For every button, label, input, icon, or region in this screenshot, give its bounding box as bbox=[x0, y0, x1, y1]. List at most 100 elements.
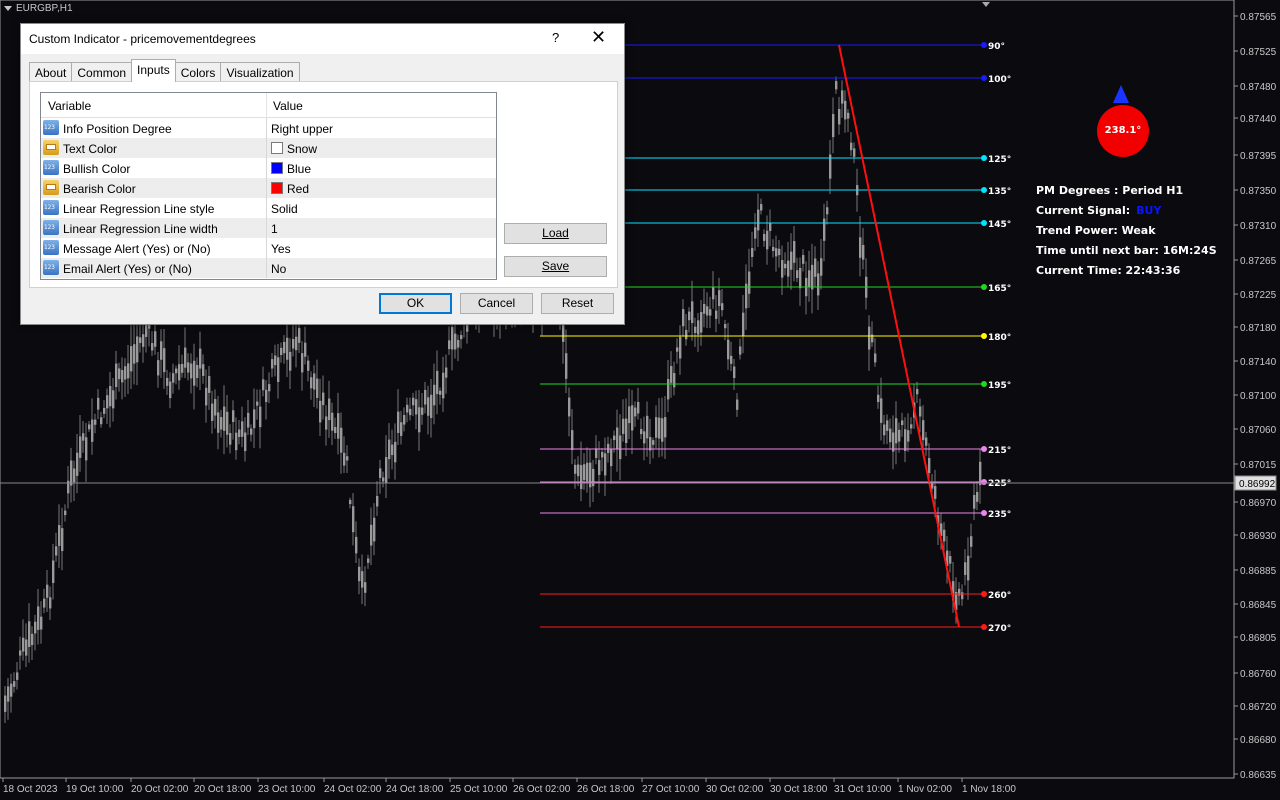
candle-body bbox=[643, 431, 646, 444]
row-divider bbox=[266, 218, 267, 238]
candle-body bbox=[145, 323, 148, 337]
candle-body bbox=[79, 436, 82, 458]
candle-body bbox=[136, 336, 139, 363]
price-axis-label: 0.87565 bbox=[1240, 12, 1277, 23]
row-divider bbox=[266, 138, 267, 158]
candle-body bbox=[802, 255, 805, 264]
candle-body bbox=[274, 355, 277, 366]
input-row[interactable]: Linear Regression Line width 1 bbox=[41, 218, 496, 238]
candle-body bbox=[115, 363, 118, 388]
candle-body bbox=[124, 366, 127, 380]
candle-body bbox=[712, 286, 715, 300]
candle-body bbox=[637, 402, 640, 414]
input-variable: Message Alert (Yes) or (No) bbox=[63, 242, 211, 256]
input-value[interactable]: Snow bbox=[287, 142, 317, 156]
price-axis-label: 0.87440 bbox=[1240, 114, 1277, 125]
price-axis-label: 0.87395 bbox=[1240, 151, 1277, 162]
cancel-button[interactable]: Cancel bbox=[460, 293, 533, 314]
candle-body bbox=[928, 458, 931, 474]
time-axis-label: 20 Oct 02:00 bbox=[131, 784, 189, 795]
input-value[interactable]: Yes bbox=[271, 242, 291, 256]
candle-body bbox=[724, 324, 727, 329]
number-param-icon bbox=[43, 120, 59, 135]
input-value[interactable]: Solid bbox=[271, 202, 298, 216]
header-value[interactable]: Value bbox=[273, 99, 303, 113]
input-value[interactable]: Right upper bbox=[271, 122, 333, 136]
candle-body bbox=[370, 524, 373, 546]
input-value[interactable]: Red bbox=[287, 182, 309, 196]
symbol-label: EURGBP,H1 bbox=[4, 3, 73, 14]
candle-body bbox=[262, 379, 265, 391]
candle-body bbox=[727, 339, 730, 360]
input-row[interactable]: Text Color Snow bbox=[41, 138, 496, 158]
dropdown-triangle-icon[interactable] bbox=[4, 5, 12, 11]
input-row[interactable]: Email Alert (Yes) or (No) No bbox=[41, 258, 496, 278]
input-row[interactable]: Message Alert (Yes) or (No) Yes bbox=[41, 238, 496, 258]
candle-body bbox=[418, 407, 421, 433]
candle-body bbox=[103, 407, 106, 414]
input-row[interactable]: Linear Regression Line style Solid bbox=[41, 198, 496, 218]
tab-inputs[interactable]: Inputs bbox=[131, 59, 176, 82]
candle-body bbox=[916, 389, 919, 395]
input-value[interactable]: Blue bbox=[287, 162, 311, 176]
header-variable[interactable]: Variable bbox=[48, 99, 91, 113]
tab-common[interactable]: Common bbox=[71, 62, 133, 82]
candle-body bbox=[172, 373, 175, 383]
price-axis-label: 0.87180 bbox=[1240, 323, 1277, 334]
row-divider bbox=[266, 198, 267, 218]
reset-button[interactable]: Reset bbox=[541, 293, 614, 314]
color-swatch[interactable] bbox=[271, 182, 283, 194]
candle-body bbox=[853, 148, 856, 157]
degree-level-label: 270° bbox=[988, 624, 1011, 634]
candle-body bbox=[301, 353, 304, 373]
input-row[interactable]: Bullish Color Blue bbox=[41, 158, 496, 178]
candle-body bbox=[826, 207, 829, 215]
candle-body bbox=[817, 273, 820, 296]
candle-body bbox=[823, 218, 826, 241]
degree-level-label: 260° bbox=[988, 591, 1011, 601]
candle-body bbox=[667, 379, 670, 400]
candle-body bbox=[220, 417, 223, 430]
tab-about[interactable]: About bbox=[29, 62, 73, 82]
time-axis-label: 27 Oct 10:00 bbox=[642, 784, 700, 795]
degree-level-label: 100° bbox=[988, 75, 1011, 85]
header-divider[interactable] bbox=[266, 93, 267, 117]
candle-body bbox=[625, 418, 628, 444]
close-icon[interactable]: ✕ bbox=[591, 27, 606, 48]
candle-body bbox=[688, 311, 691, 321]
candle-body bbox=[679, 336, 682, 359]
save-button[interactable]: Save bbox=[504, 256, 607, 277]
candle-body bbox=[769, 222, 772, 231]
candle-body bbox=[799, 267, 802, 289]
input-row[interactable]: Info Position Degree Right upper bbox=[41, 118, 496, 138]
input-row[interactable]: Bearish Color Red bbox=[41, 178, 496, 198]
candle-body bbox=[40, 616, 43, 630]
candle-body bbox=[19, 650, 22, 656]
tab-colors[interactable]: Colors bbox=[174, 62, 222, 82]
ok-button[interactable]: OK bbox=[379, 293, 452, 314]
input-value[interactable]: 1 bbox=[271, 222, 278, 236]
load-button[interactable]: Load bbox=[504, 223, 607, 244]
candle-body bbox=[4, 695, 7, 712]
candle-body bbox=[775, 248, 778, 257]
candle-body bbox=[190, 363, 193, 379]
help-icon[interactable]: ? bbox=[552, 30, 559, 45]
candle-body bbox=[793, 241, 796, 263]
candle-body bbox=[340, 427, 343, 453]
candle-body bbox=[205, 387, 208, 406]
candle-body bbox=[646, 415, 649, 439]
color-swatch[interactable] bbox=[271, 142, 283, 154]
candle-body bbox=[754, 227, 757, 239]
dialog-titlebar[interactable]: Custom Indicator - pricemovementdegrees … bbox=[21, 24, 624, 54]
degree-level-dot bbox=[981, 155, 987, 161]
candle-body bbox=[277, 357, 280, 383]
candle-body bbox=[10, 683, 13, 697]
input-value[interactable]: No bbox=[271, 262, 286, 276]
candle-body bbox=[970, 536, 973, 547]
tab-visualization[interactable]: Visualization bbox=[220, 62, 300, 82]
color-swatch[interactable] bbox=[271, 162, 283, 174]
dialog-title: Custom Indicator - pricemovementdegrees bbox=[29, 32, 256, 46]
degree-level-label: 90° bbox=[988, 42, 1005, 52]
price-axis-label: 0.86970 bbox=[1240, 498, 1277, 509]
candle-body bbox=[109, 386, 112, 407]
